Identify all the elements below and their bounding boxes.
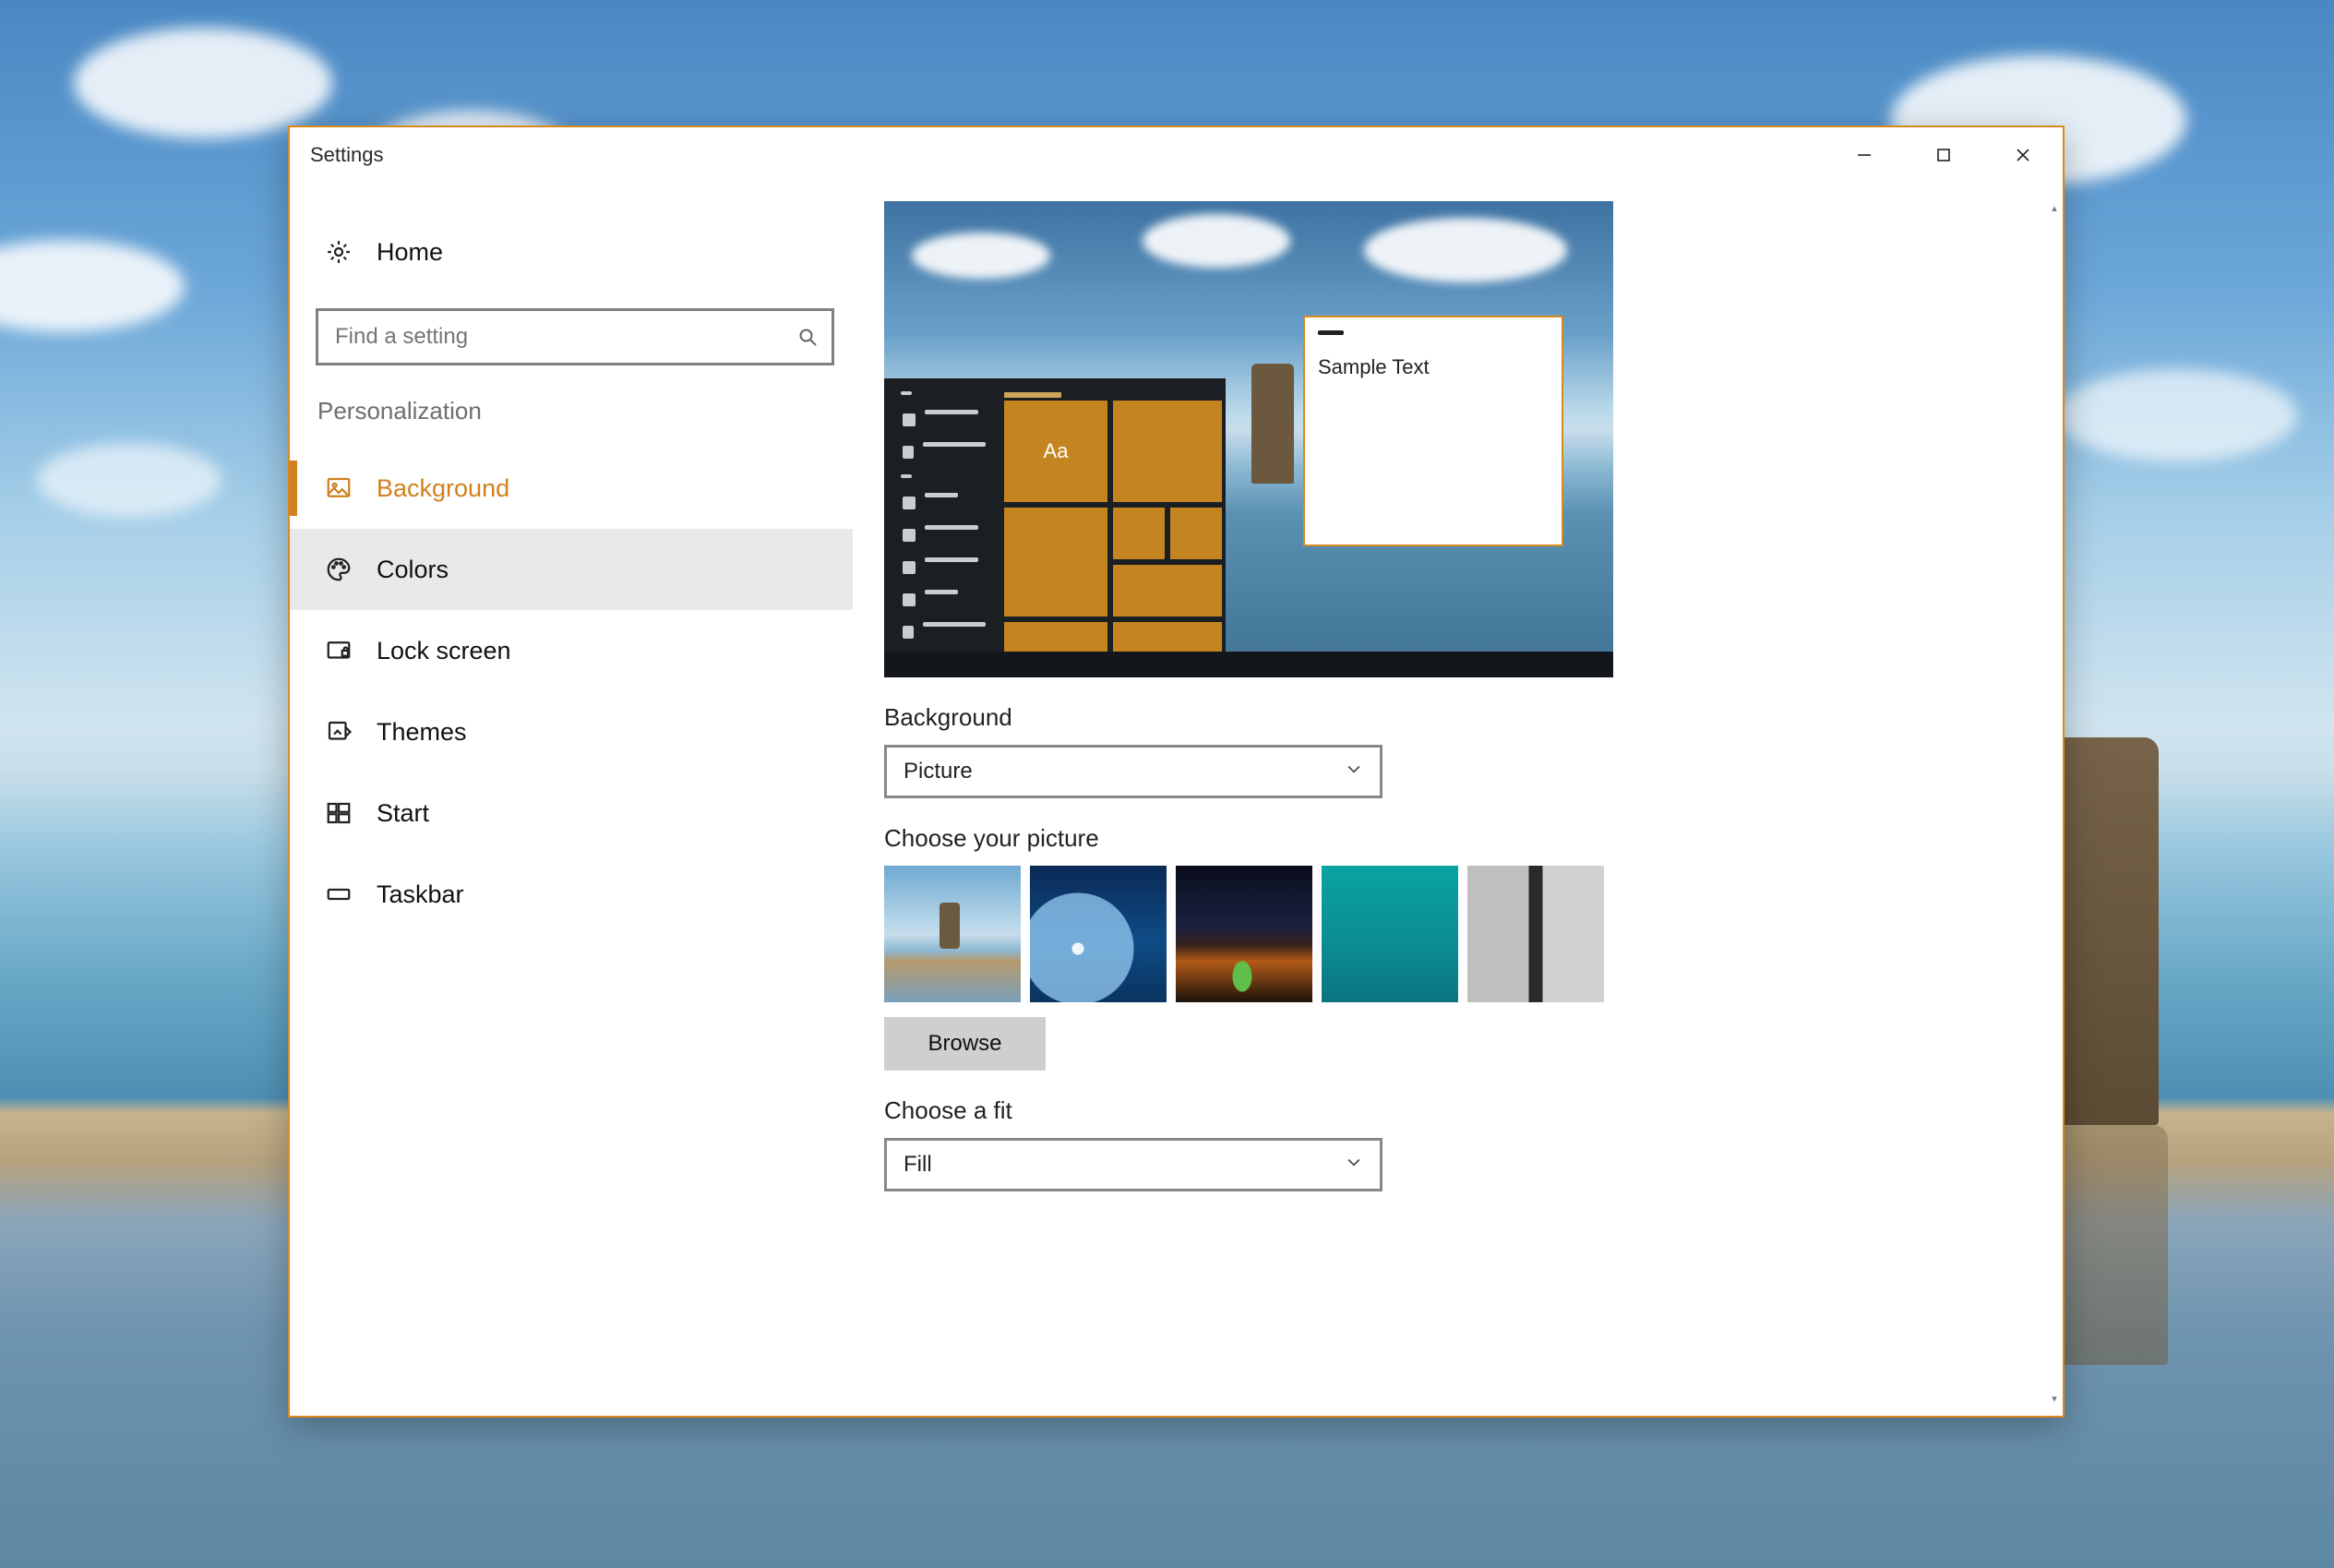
- background-value: Picture: [904, 759, 973, 784]
- sidebar-item-lockscreen[interactable]: Lock screen: [290, 610, 853, 691]
- background-label: Background: [884, 703, 2026, 732]
- chevron-down-icon: [1345, 759, 1363, 784]
- picture-thumb-3[interactable]: [1176, 866, 1312, 1002]
- taskbar-icon: [323, 879, 354, 910]
- sidebar-item-label: Themes: [377, 718, 467, 747]
- section-label: Personalization: [290, 397, 853, 448]
- window-title: Settings: [310, 143, 384, 167]
- content-area: Aa Sample Text Background Picture: [853, 183, 2063, 1416]
- search-box[interactable]: [316, 308, 834, 365]
- search-icon: [796, 326, 819, 348]
- sidebar-item-label: Taskbar: [377, 880, 464, 909]
- themes-icon: [323, 716, 354, 748]
- sidebar-item-taskbar[interactable]: Taskbar: [290, 854, 853, 935]
- preview-sample-window: Sample Text: [1303, 316, 1563, 546]
- background-dropdown[interactable]: Picture: [884, 745, 1382, 798]
- sidebar-item-background[interactable]: Background: [290, 448, 853, 529]
- maximize-button[interactable]: [1904, 127, 1983, 183]
- choose-picture-label: Choose your picture: [884, 824, 2026, 853]
- scroll-down-icon[interactable]: ▾: [2048, 1392, 2061, 1405]
- sidebar-item-start[interactable]: Start: [290, 772, 853, 854]
- settings-window: Settings Home: [288, 126, 2065, 1418]
- sample-text: Sample Text: [1318, 355, 1549, 379]
- sidebar-item-label: Lock screen: [377, 637, 511, 665]
- scroll-up-icon[interactable]: ▴: [2048, 201, 2061, 214]
- picture-icon: [323, 473, 354, 504]
- picture-thumb-2[interactable]: [1030, 866, 1167, 1002]
- sidebar-item-label: Background: [377, 474, 509, 503]
- sidebar-item-label: Start: [377, 799, 429, 828]
- browse-button[interactable]: Browse: [884, 1017, 1046, 1071]
- preview-taskbar: [884, 652, 1613, 677]
- picture-thumb-1[interactable]: [884, 866, 1021, 1002]
- fit-value: Fill: [904, 1152, 932, 1178]
- lockscreen-icon: [323, 635, 354, 666]
- preview-tile-text: Aa: [1004, 401, 1107, 502]
- titlebar[interactable]: Settings: [290, 127, 2063, 183]
- sidebar-item-themes[interactable]: Themes: [290, 691, 853, 772]
- fit-dropdown[interactable]: Fill: [884, 1138, 1382, 1191]
- close-button[interactable]: [1983, 127, 2063, 183]
- picture-thumb-4[interactable]: [1322, 866, 1458, 1002]
- gear-icon: [323, 236, 354, 268]
- home-item[interactable]: Home: [290, 220, 853, 284]
- chevron-down-icon: [1345, 1152, 1363, 1178]
- theme-preview: Aa Sample Text: [884, 201, 1613, 677]
- picture-thumbnails: [884, 866, 2026, 1002]
- fit-label: Choose a fit: [884, 1096, 2026, 1125]
- sidebar-item-colors[interactable]: Colors: [290, 529, 853, 610]
- picture-thumb-5[interactable]: [1467, 866, 1604, 1002]
- search-input[interactable]: [335, 324, 796, 350]
- preview-startmenu: Aa: [884, 378, 1226, 652]
- sidebar-item-label: Colors: [377, 556, 449, 584]
- minimize-button[interactable]: [1825, 127, 1904, 183]
- palette-icon: [323, 554, 354, 585]
- home-label: Home: [377, 238, 443, 267]
- sidebar: Home Personalization: [290, 183, 853, 1416]
- start-icon: [323, 797, 354, 829]
- scrollbar[interactable]: ▴ ▾: [2048, 201, 2061, 1405]
